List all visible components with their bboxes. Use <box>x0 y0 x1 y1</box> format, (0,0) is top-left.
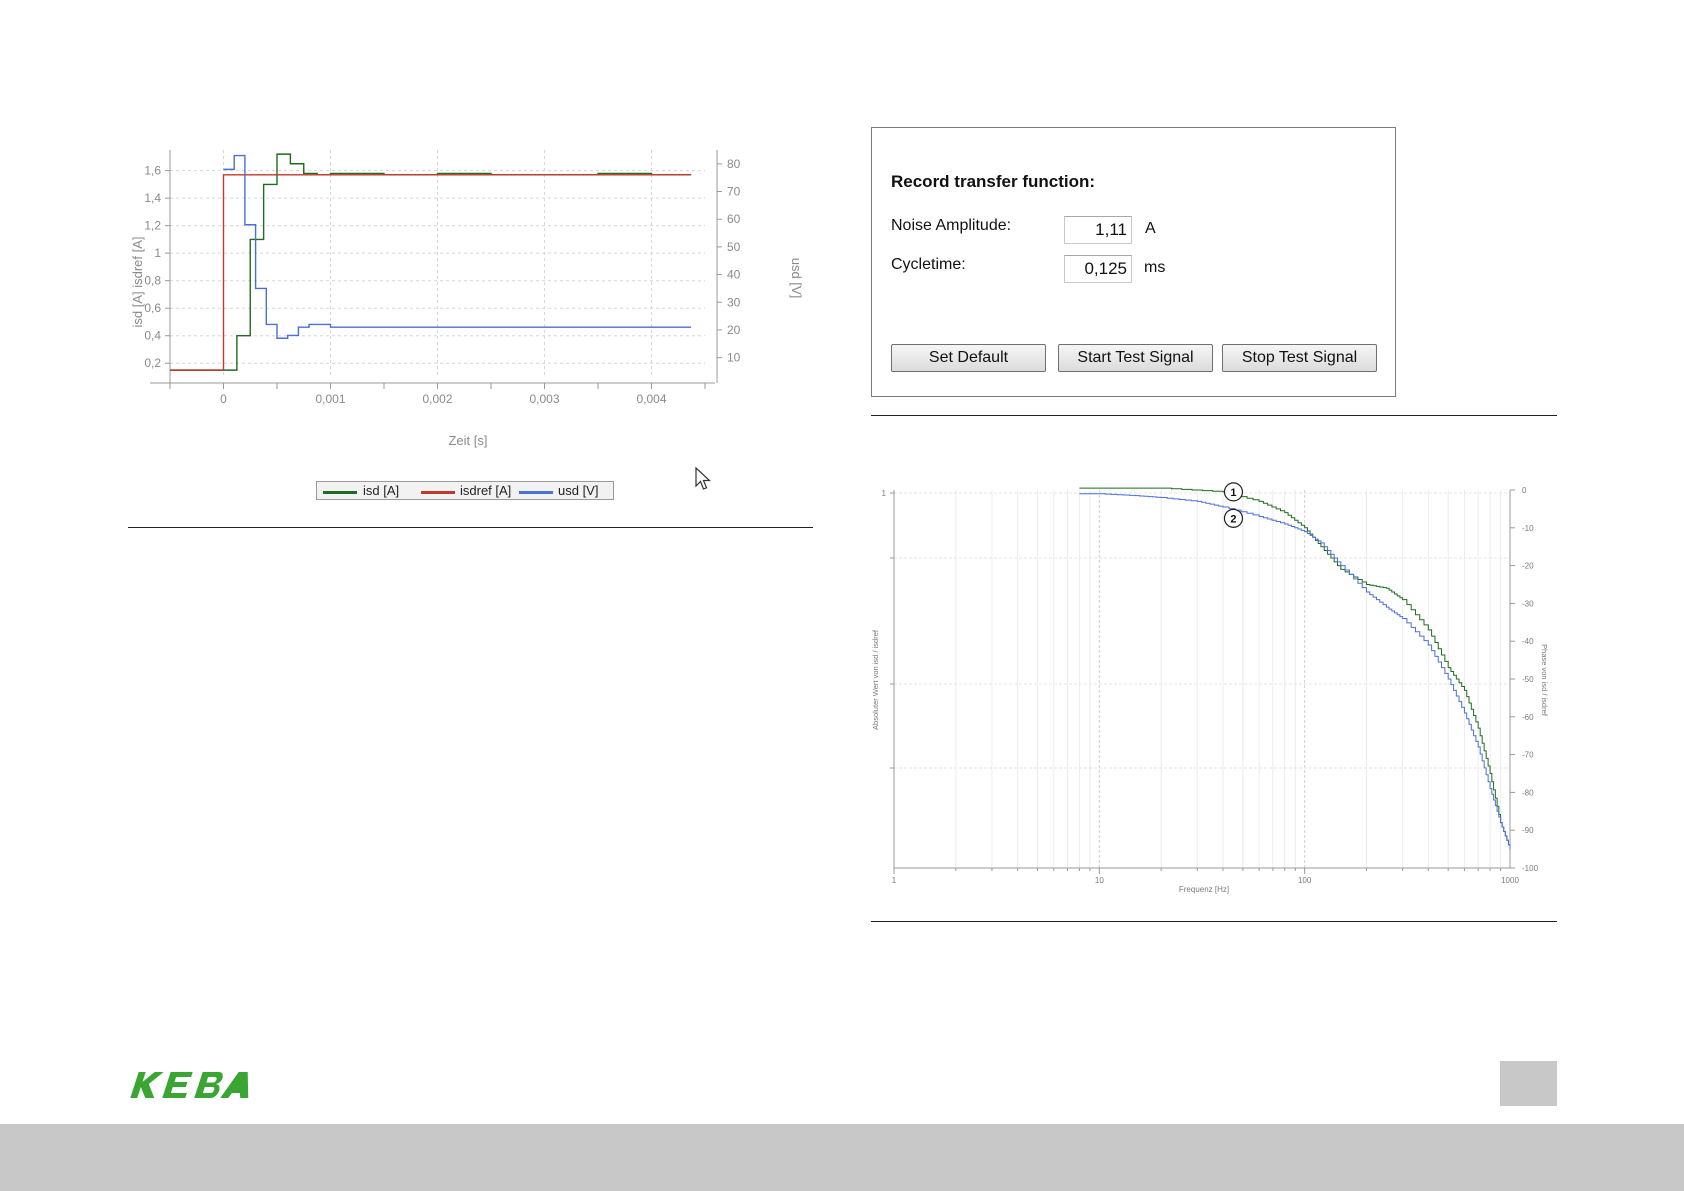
step-chart-xtick: 0 <box>220 392 227 406</box>
step-chart-axes <box>150 150 722 389</box>
step-chart-legend: isd [A] isdref [A] usd [V] <box>316 481 614 500</box>
legend-item-isd: isd [A] <box>363 483 400 498</box>
bode-ytick-right: -90 <box>1522 826 1534 835</box>
bode-ytick-right: -60 <box>1522 713 1534 722</box>
bode-xtick: 10 <box>1095 876 1104 885</box>
divider-right-top <box>871 415 1557 416</box>
step-chart-ytick-right: 30 <box>727 295 741 309</box>
keba-logo <box>130 1072 249 1098</box>
record-transfer-function-panel: Record transfer function: Noise Amplitud… <box>871 127 1396 397</box>
bode-ytick-right: -70 <box>1522 751 1534 760</box>
bode-ytick-right: -100 <box>1522 864 1539 873</box>
page-number-box <box>1500 1061 1557 1106</box>
step-chart-xtick: 0,002 <box>422 392 452 406</box>
footer-bar <box>0 1124 1684 1191</box>
legend-swatch-isdref <box>421 491 455 494</box>
step-series-usd <box>223 154 692 339</box>
step-series-isdref <box>170 174 692 371</box>
bode-ytick-right: -20 <box>1522 562 1534 571</box>
cycletime-unit: ms <box>1144 259 1166 276</box>
step-chart-ylabel-left: isd [A] isdref [A] <box>130 236 145 327</box>
start-test-signal-button[interactable]: Start Test Signal <box>1058 344 1213 372</box>
bode-chart-ylabel-left: Absoluter Wert von isd / isdref <box>871 629 880 730</box>
step-chart-xtick: 0,001 <box>315 392 345 406</box>
bode-series-2 <box>1079 493 1511 850</box>
step-chart-ytick-left: 0,6 <box>144 301 161 315</box>
step-chart-series <box>170 153 692 371</box>
legend-item-isdref: isdref [A] <box>460 483 512 498</box>
bode-ytick-right: -50 <box>1522 675 1534 684</box>
step-chart-ytick-left: 1,6 <box>144 164 161 178</box>
bode-marker-label: 2 <box>1230 513 1236 525</box>
bode-ytick-left: 1 <box>882 489 887 498</box>
step-chart-ytick-right: 50 <box>727 240 741 254</box>
step-chart-ytick-left: 1,4 <box>144 191 161 205</box>
step-chart-ytick-right: 70 <box>727 185 741 199</box>
divider-left <box>128 527 813 528</box>
bode-ytick-right: -80 <box>1522 788 1534 797</box>
divider-right-bottom <box>871 921 1557 922</box>
step-chart-ytick-right: 10 <box>727 351 741 365</box>
bode-chart: 1 10 100 1000 0 -10 -20 -30 -40 -50 -60 -70 -80 -90 -1… <box>871 482 1549 894</box>
noise-amplitude-input[interactable] <box>1064 216 1132 244</box>
step-chart-ytick-left: 0,4 <box>144 329 161 343</box>
mouse-cursor-icon <box>695 466 712 490</box>
bode-ytick-right: -10 <box>1522 524 1534 533</box>
step-chart-ytick-right: 40 <box>727 268 741 282</box>
bode-chart-grid <box>893 490 1510 868</box>
bode-chart-series <box>1079 487 1511 850</box>
bode-xtick: 1000 <box>1501 876 1519 885</box>
panel-title: Record transfer function: <box>891 172 1096 191</box>
bode-chart-xlabel: Frequenz [Hz] <box>1179 885 1229 894</box>
bode-series-1 <box>1079 487 1511 850</box>
bode-ytick-right: -30 <box>1522 599 1534 608</box>
step-chart-xlabel: Zeit [s] <box>448 433 487 448</box>
step-chart-xtick: 0,003 <box>529 392 559 406</box>
bode-xtick: 1 <box>892 876 897 885</box>
bode-ytick-right: -40 <box>1522 637 1534 646</box>
set-default-button[interactable]: Set Default <box>891 344 1046 372</box>
cycletime-label: Cycletime: <box>891 256 966 273</box>
step-chart-xtick: 0,004 <box>636 392 666 406</box>
legend-swatch-isd <box>323 491 357 494</box>
step-chart-ytick-right: 80 <box>727 157 741 171</box>
step-chart-ytick-right: 60 <box>727 212 741 226</box>
step-series-isd <box>170 153 692 371</box>
bode-chart-axes <box>890 489 1515 874</box>
step-response-chart: 0 0,001 0,002 0,003 0,004 0,2 0,4 0,6 0,8 1 1,2 1,4… <box>130 150 804 448</box>
stop-test-signal-button[interactable]: Stop Test Signal <box>1222 344 1377 372</box>
step-chart-ytick-left: 0,8 <box>144 274 161 288</box>
bode-ytick-right: 0 <box>1522 486 1527 495</box>
step-chart-ytick-left: 1 <box>154 246 161 260</box>
step-chart-ylabel-right: usd [V] <box>789 258 804 298</box>
step-chart-ytick-left: 1,2 <box>144 219 161 233</box>
cycletime-input[interactable] <box>1064 255 1132 283</box>
step-chart-ytick-right: 20 <box>727 323 741 337</box>
legend-item-usd: usd [V] <box>558 483 599 498</box>
bode-chart-ylabel-right: Phase von isd / isdref <box>1540 644 1549 717</box>
step-chart-ytick-left: 0,2 <box>144 356 161 370</box>
legend-swatch-usd <box>519 491 553 494</box>
noise-amplitude-label: Noise Amplitude: <box>891 217 1012 234</box>
bode-xtick: 100 <box>1298 876 1312 885</box>
noise-amplitude-unit: A <box>1145 220 1156 237</box>
bode-marker-label: 1 <box>1230 487 1236 499</box>
